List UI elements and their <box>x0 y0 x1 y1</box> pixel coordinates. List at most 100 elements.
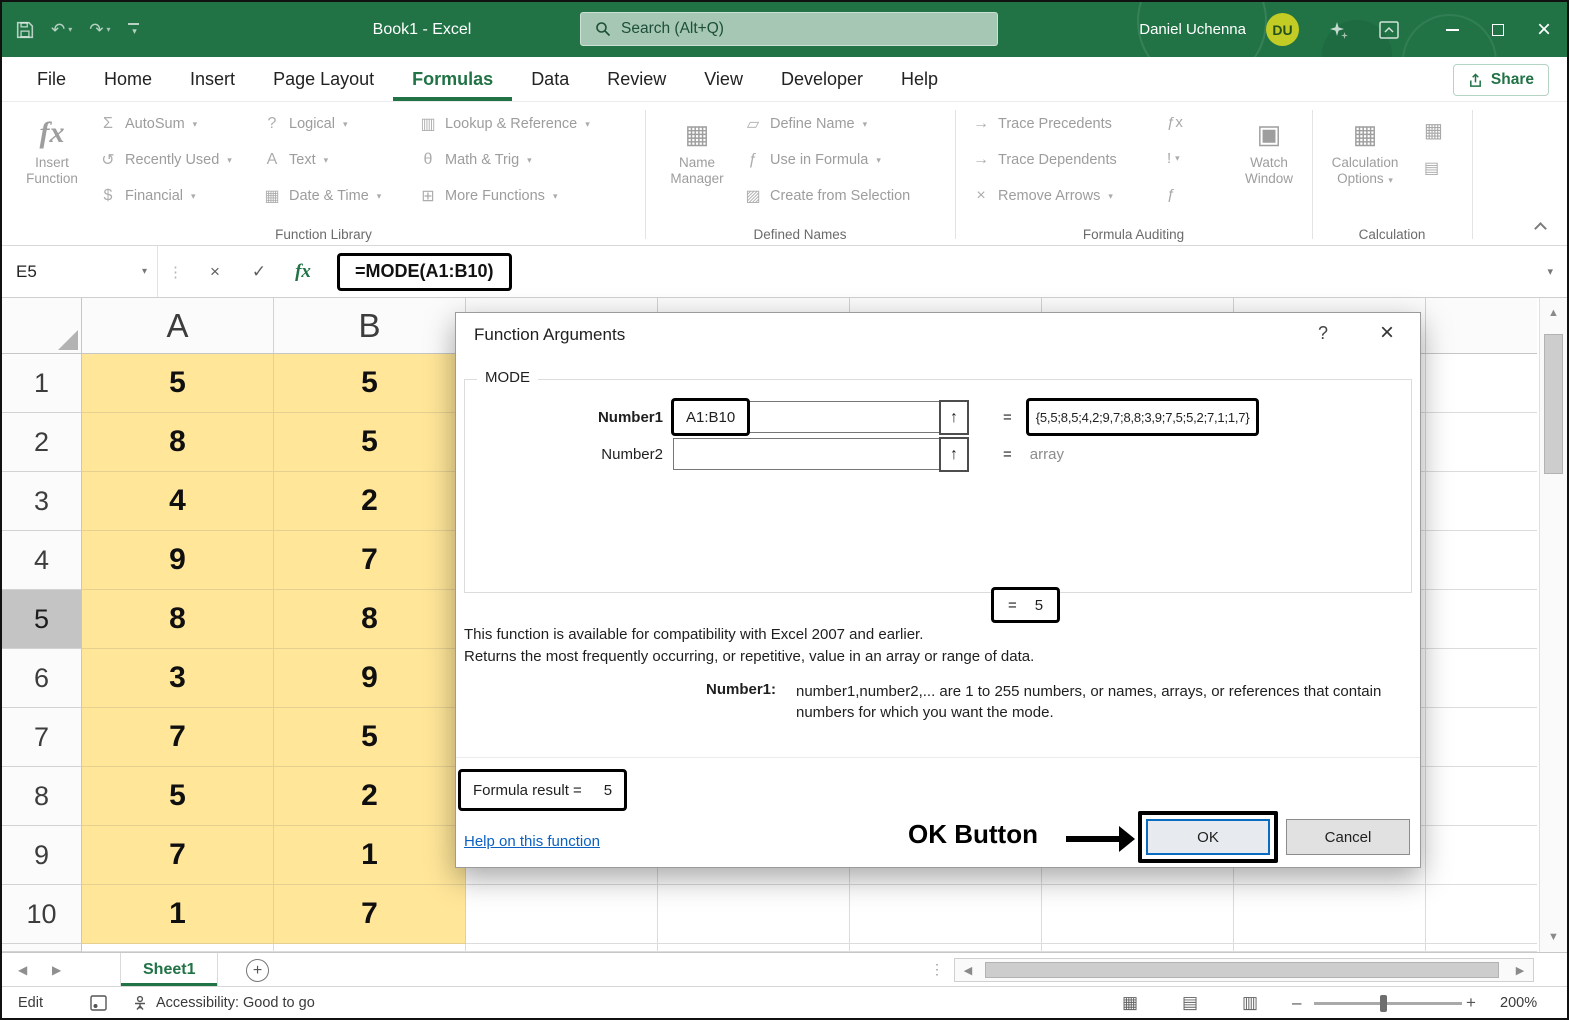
financial-button[interactable]: $Financial▾ <box>98 182 196 210</box>
cell-b9[interactable]: 1 <box>274 826 466 885</box>
calculate-sheet-icon[interactable]: ▤ <box>1424 158 1439 178</box>
tab-formulas[interactable]: Formulas <box>393 57 512 101</box>
dialog-close-icon[interactable]: × <box>1380 319 1394 347</box>
tab-page-layout[interactable]: Page Layout <box>254 57 393 101</box>
zoom-in-icon[interactable]: + <box>1466 987 1476 1018</box>
cell-b6[interactable]: 9 <box>274 649 466 708</box>
redo-button[interactable]: ↷▾ <box>89 20 110 40</box>
tab-help[interactable]: Help <box>882 57 957 101</box>
share-button[interactable]: Share <box>1453 64 1549 96</box>
sheet-tab-sheet1[interactable]: Sheet1 <box>120 953 218 986</box>
cell-a5[interactable]: 8 <box>82 590 274 649</box>
help-on-function-link[interactable]: Help on this function <box>464 833 600 850</box>
expand-formula-bar-icon[interactable]: ▾ <box>1547 265 1553 278</box>
vertical-scrollbar[interactable]: ▲ ▼ <box>1539 298 1567 952</box>
zoom-slider-thumb[interactable] <box>1380 995 1387 1012</box>
row-header-10[interactable]: 10 <box>2 885 82 944</box>
row-header-4[interactable]: 4 <box>2 531 82 590</box>
cell-b7[interactable]: 5 <box>274 708 466 767</box>
select-all-corner[interactable] <box>2 298 82 354</box>
zoom-slider-track[interactable] <box>1314 1002 1462 1005</box>
avatar[interactable]: DU <box>1266 13 1299 46</box>
sparkle-icon[interactable] <box>1329 20 1349 40</box>
lookup-reference-button[interactable]: ▥Lookup & Reference▾ <box>418 110 590 138</box>
define-name-button[interactable]: ▱Define Name▾ <box>743 110 867 138</box>
cell-b4[interactable]: 7 <box>274 531 466 590</box>
maximize-button[interactable] <box>1475 2 1521 57</box>
trace-dependents-button[interactable]: →Trace Dependents <box>971 146 1117 174</box>
cell-a3[interactable]: 4 <box>82 472 274 531</box>
cell-a2[interactable]: 8 <box>82 413 274 472</box>
confirm-entry-icon[interactable]: ✓ <box>237 262 281 282</box>
recently-used-button[interactable]: ↺Recently Used▾ <box>98 146 232 174</box>
cell-a4[interactable]: 9 <box>82 531 274 590</box>
cell-b8[interactable]: 2 <box>274 767 466 826</box>
column-header-a[interactable]: A <box>82 298 274 354</box>
evaluate-formula-icon[interactable]: ƒ <box>1167 186 1175 203</box>
add-sheet-button[interactable]: + <box>246 959 269 982</box>
cell-a8[interactable]: 5 <box>82 767 274 826</box>
autosum-button[interactable]: ΣAutoSum▾ <box>98 110 197 138</box>
dialog-help-icon[interactable]: ? <box>1318 323 1328 344</box>
tab-review[interactable]: Review <box>588 57 685 101</box>
close-button[interactable]: × <box>1521 2 1567 57</box>
number2-input[interactable]: ↑ <box>673 438 969 470</box>
undo-button[interactable]: ↶▾ <box>51 20 72 40</box>
insert-function-button[interactable]: fx Insert Function <box>14 108 90 187</box>
accessibility-status[interactable]: Accessibility: Good to go <box>132 987 315 1018</box>
next-sheet-icon[interactable]: ▶ <box>52 953 61 986</box>
row-header-1[interactable]: 1 <box>2 354 82 413</box>
math-trig-button[interactable]: θMath & Trig▾ <box>418 146 532 174</box>
tab-view[interactable]: View <box>685 57 762 101</box>
more-functions-button[interactable]: ⊞More Functions▾ <box>418 182 557 210</box>
show-formulas-icon[interactable]: ƒx <box>1167 114 1183 131</box>
customize-quick-access-icon[interactable]: ▾ <box>128 23 139 37</box>
tab-file[interactable]: File <box>18 57 85 101</box>
row-header-3[interactable]: 3 <box>2 472 82 531</box>
use-in-formula-button[interactable]: ƒUse in Formula▾ <box>743 146 881 174</box>
logical-button[interactable]: ?Logical▾ <box>262 110 347 138</box>
range-picker-number2[interactable]: ↑ <box>939 437 969 472</box>
macro-record-icon[interactable] <box>90 987 107 1018</box>
remove-arrows-button[interactable]: ×Remove Arrows▾ <box>971 182 1113 210</box>
scroll-up-icon[interactable]: ▲ <box>1540 298 1567 328</box>
tab-home[interactable]: Home <box>85 57 171 101</box>
empty-cells[interactable] <box>466 885 1537 944</box>
calculate-now-icon[interactable]: ▦ <box>1424 118 1443 143</box>
horizontal-scrollbar[interactable]: ◀ ▶ <box>954 958 1534 982</box>
tab-insert[interactable]: Insert <box>171 57 254 101</box>
date-time-button[interactable]: ▦Date & Time▾ <box>262 182 381 210</box>
cell-b10[interactable]: 7 <box>274 885 466 944</box>
insert-function-icon[interactable]: fx <box>281 261 325 283</box>
name-manager-button[interactable]: ▦ Name Manager <box>659 108 735 187</box>
cell-b3[interactable]: 2 <box>274 472 466 531</box>
cell-b2[interactable]: 5 <box>274 413 466 472</box>
row-header-7[interactable]: 7 <box>2 708 82 767</box>
trace-precedents-button[interactable]: →Trace Precedents <box>971 110 1112 138</box>
save-icon[interactable] <box>16 21 34 39</box>
error-checking-icon[interactable]: !▾ <box>1167 150 1180 167</box>
tab-data[interactable]: Data <box>512 57 588 101</box>
range-picker-number1[interactable]: ↑ <box>939 400 969 435</box>
row-header-5-active[interactable]: 5 <box>2 590 82 649</box>
scroll-right-icon[interactable]: ▶ <box>1507 959 1533 981</box>
splitter-dots-icon[interactable]: ⋮ <box>930 953 944 986</box>
watch-window-button[interactable]: ▣ Watch Window <box>1233 108 1305 187</box>
name-box[interactable]: E5 ▾ <box>2 246 158 297</box>
minimize-button[interactable] <box>1429 2 1475 57</box>
cell-a10[interactable]: 1 <box>82 885 274 944</box>
vertical-scroll-thumb[interactable] <box>1544 334 1563 474</box>
collapse-ribbon-icon[interactable] <box>1534 222 1547 235</box>
scroll-down-icon[interactable]: ▼ <box>1540 922 1567 952</box>
ribbon-display-options-icon[interactable] <box>1379 21 1399 39</box>
tab-developer[interactable]: Developer <box>762 57 882 101</box>
cell-a9[interactable]: 7 <box>82 826 274 885</box>
column-header-b[interactable]: B <box>274 298 466 354</box>
text-button[interactable]: AText▾ <box>262 146 328 174</box>
cancel-button[interactable]: Cancel <box>1286 819 1410 855</box>
normal-view-icon[interactable]: ▦ <box>1122 987 1138 1018</box>
formula-text[interactable]: =MODE(A1:B10) <box>355 261 494 282</box>
cell-b5[interactable]: 8 <box>274 590 466 649</box>
cell-a6[interactable]: 3 <box>82 649 274 708</box>
horizontal-scroll-thumb[interactable] <box>985 962 1499 978</box>
